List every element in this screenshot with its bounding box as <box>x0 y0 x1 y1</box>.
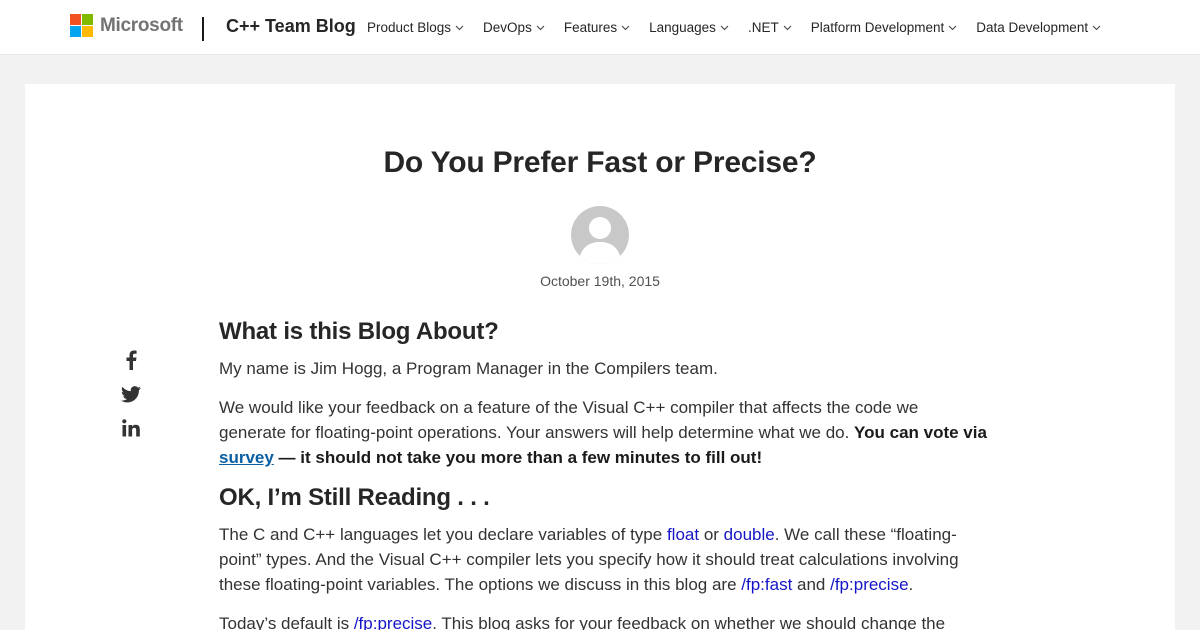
section-heading: What is this Blog About? <box>219 318 499 345</box>
bold-text: — it should not take you more than a few… <box>273 448 763 467</box>
header-divider <box>202 17 204 41</box>
facebook-share-button[interactable] <box>121 350 141 370</box>
twitter-share-button[interactable] <box>121 384 141 404</box>
nav-label: Languages <box>649 20 716 35</box>
paragraph-intro: My name is Jim Hogg, a Program Manager i… <box>219 356 989 381</box>
nav-item-devops[interactable]: DevOps <box>483 20 545 35</box>
post-body: What is this Blog About? My name is Jim … <box>219 318 989 630</box>
paragraph-text: and <box>792 575 831 594</box>
paragraph-text: Today’s default is <box>219 614 354 630</box>
chevron-down-icon <box>783 23 792 32</box>
top-navigation-bar: Microsoft C++ Team Blog Product Blogs De… <box>0 0 1200 54</box>
main-nav: Product Blogs DevOps Features Languages … <box>367 20 1120 35</box>
post-date: October 19th, 2015 <box>540 273 660 289</box>
nav-item-data-development[interactable]: Data Development <box>976 20 1101 35</box>
paragraph-text: or <box>699 525 724 544</box>
bold-text: You can vote via <box>854 423 987 442</box>
code-double: double <box>723 525 775 544</box>
nav-label: Product Blogs <box>367 20 452 35</box>
chevron-down-icon <box>720 23 729 32</box>
chevron-down-icon <box>948 23 957 32</box>
nav-item-dotnet[interactable]: .NET <box>748 20 792 35</box>
linkedin-icon <box>122 419 140 437</box>
chevron-down-icon <box>621 23 630 32</box>
chevron-down-icon <box>1092 23 1101 32</box>
nav-item-languages[interactable]: Languages <box>649 20 729 35</box>
section-heading: OK, I’m Still Reading . . . <box>219 484 490 511</box>
nav-label: Features <box>563 20 618 35</box>
user-silhouette-icon <box>579 217 621 264</box>
paragraph-types: The C and C++ languages let you declare … <box>219 522 989 597</box>
twitter-icon <box>121 385 141 402</box>
nav-label: .NET <box>747 20 779 35</box>
code-fp-precise: /fp:precise <box>353 614 433 630</box>
post-title: Do You Prefer Fast or Precise? <box>383 146 817 179</box>
paragraph-text: . <box>908 575 914 594</box>
microsoft-wordmark: Microsoft <box>100 14 183 36</box>
nav-item-product-blogs[interactable]: Product Blogs <box>367 20 464 35</box>
share-bar <box>121 350 141 452</box>
author-avatar[interactable] <box>571 206 629 264</box>
post-card: Do You Prefer Fast or Precise? October 1… <box>25 84 1175 630</box>
paragraph-feedback: We would like your feedback on a feature… <box>219 395 989 470</box>
linkedin-share-button[interactable] <box>121 418 141 438</box>
nav-item-platform-development[interactable]: Platform Development <box>811 20 958 35</box>
code-float: float <box>666 525 700 544</box>
microsoft-logo-icon <box>70 14 93 37</box>
microsoft-logo[interactable]: Microsoft <box>70 14 183 37</box>
nav-label: Data Development <box>976 20 1089 35</box>
survey-link[interactable]: survey <box>219 448 274 467</box>
chevron-down-icon <box>455 23 464 32</box>
nav-item-features[interactable]: Features <box>564 20 630 35</box>
paragraph-default: Today’s default is /fp:precise. This blo… <box>219 611 989 630</box>
paragraph-text: . This blog asks for your feedback on wh… <box>432 614 946 630</box>
nav-label: DevOps <box>483 20 532 35</box>
nav-label: Platform Development <box>810 20 945 35</box>
chevron-down-icon <box>536 23 545 32</box>
code-fp-fast: /fp:fast <box>741 575 793 594</box>
facebook-icon <box>126 350 137 370</box>
code-fp-precise: /fp:precise <box>830 575 909 594</box>
paragraph-text: My name is Jim Hogg, a Program Manager i… <box>219 359 718 378</box>
paragraph-text: The C and C++ languages let you declare … <box>219 525 667 544</box>
paragraph-text: We would like your feedback on a feature… <box>219 398 919 442</box>
site-title-link[interactable]: C++ Team Blog <box>226 16 356 37</box>
